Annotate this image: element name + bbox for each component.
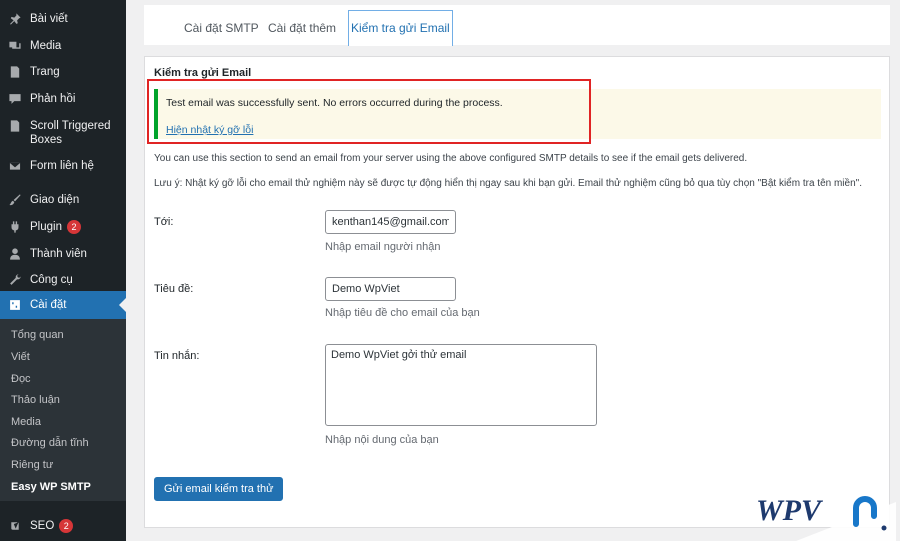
menu-users[interactable]: Thành viên bbox=[0, 247, 126, 261]
logo-text: WPV bbox=[756, 494, 824, 527]
wpviet-logo: WPV bbox=[756, 494, 896, 541]
menu-plugins[interactable]: Plugin 2 bbox=[0, 220, 126, 234]
media-icon bbox=[8, 39, 22, 53]
page-icon bbox=[8, 119, 22, 133]
note-label: Lưu ý: bbox=[154, 178, 183, 189]
to-label: Tới: bbox=[154, 216, 174, 228]
settings-submenu: Tổng quan Viết Đọc Thảo luận Media Đường… bbox=[0, 319, 126, 501]
to-help-text: Nhập email người nhận bbox=[325, 241, 441, 253]
user-icon bbox=[8, 247, 22, 261]
menu-appearance[interactable]: Giao diện bbox=[0, 193, 126, 207]
settings-icon bbox=[8, 298, 22, 312]
tab-smtp-settings[interactable]: Cài đặt SMTP bbox=[182, 10, 261, 46]
settings-tabs: Cài đặt SMTP Cài đặt thêm Kiểm tra gửi E… bbox=[144, 5, 890, 46]
send-test-email-button[interactable]: Gửi email kiểm tra thử bbox=[154, 477, 284, 501]
submenu-general[interactable]: Tổng quan bbox=[11, 329, 64, 341]
page-icon bbox=[8, 65, 22, 79]
menu-media[interactable]: Media bbox=[0, 39, 126, 53]
subject-input[interactable] bbox=[325, 277, 456, 301]
menu-scroll-triggered-boxes[interactable]: Scroll Triggered Boxes bbox=[0, 119, 126, 147]
note-text: Nhật ký gỡ lỗi cho email thử nghiệm này … bbox=[182, 178, 862, 189]
submenu-media[interactable]: Media bbox=[11, 416, 41, 428]
seo-notification-badge: 2 bbox=[59, 519, 74, 533]
tab-test-email[interactable]: Kiểm tra gửi Email bbox=[348, 10, 453, 46]
comment-icon bbox=[8, 92, 22, 106]
subject-label: Tiêu đề: bbox=[154, 283, 194, 295]
menu-tools[interactable]: Công cụ bbox=[0, 273, 126, 287]
submenu-easy-wp-smtp[interactable]: Easy WP SMTP bbox=[11, 481, 91, 493]
menu-seo[interactable]: SEO 2 bbox=[0, 519, 126, 533]
submenu-discussion[interactable]: Thảo luận bbox=[11, 394, 60, 406]
current-menu-arrow bbox=[119, 298, 126, 312]
tab-additional-settings[interactable]: Cài đặt thêm bbox=[266, 10, 338, 46]
menu-contact-form[interactable]: Form liên hệ bbox=[0, 159, 126, 173]
section-note: Lưu ý: Nhật ký gỡ lỗi cho email thử nghi… bbox=[154, 178, 862, 189]
section-description: You can use this section to send an emai… bbox=[154, 153, 748, 164]
menu-posts[interactable]: Bài viết bbox=[0, 12, 126, 26]
panel-title: Kiểm tra gửi Email bbox=[154, 67, 252, 79]
message-textarea[interactable]: Demo WpViet gởi thử email bbox=[325, 344, 597, 426]
logo-dot bbox=[881, 525, 887, 531]
submenu-writing[interactable]: Viết bbox=[11, 351, 30, 363]
highlight-annotation bbox=[147, 79, 591, 144]
plugin-icon bbox=[8, 220, 22, 234]
submenu-reading[interactable]: Đọc bbox=[11, 373, 31, 385]
to-email-input[interactable] bbox=[325, 210, 456, 234]
pin-icon bbox=[8, 12, 22, 26]
menu-comments[interactable]: Phản hồi bbox=[0, 92, 126, 106]
admin-sidebar: Bài viết Media Trang Phản hồi Scroll Tri… bbox=[0, 0, 126, 541]
message-help-text: Nhập nội dung của bạn bbox=[325, 434, 439, 446]
wrench-icon bbox=[8, 273, 22, 287]
yoast-icon bbox=[8, 519, 22, 533]
message-label: Tin nhắn: bbox=[154, 350, 200, 362]
plugin-update-badge: 2 bbox=[66, 220, 81, 234]
menu-pages[interactable]: Trang bbox=[0, 65, 126, 79]
brush-icon bbox=[8, 193, 22, 207]
menu-settings[interactable]: Cài đặt bbox=[0, 291, 126, 319]
mail-icon bbox=[8, 159, 22, 173]
submenu-privacy[interactable]: Riêng tư bbox=[11, 459, 53, 471]
subject-help-text: Nhập tiêu đề cho email của bạn bbox=[325, 307, 480, 319]
submenu-permalinks[interactable]: Đường dẫn tĩnh bbox=[11, 437, 89, 449]
